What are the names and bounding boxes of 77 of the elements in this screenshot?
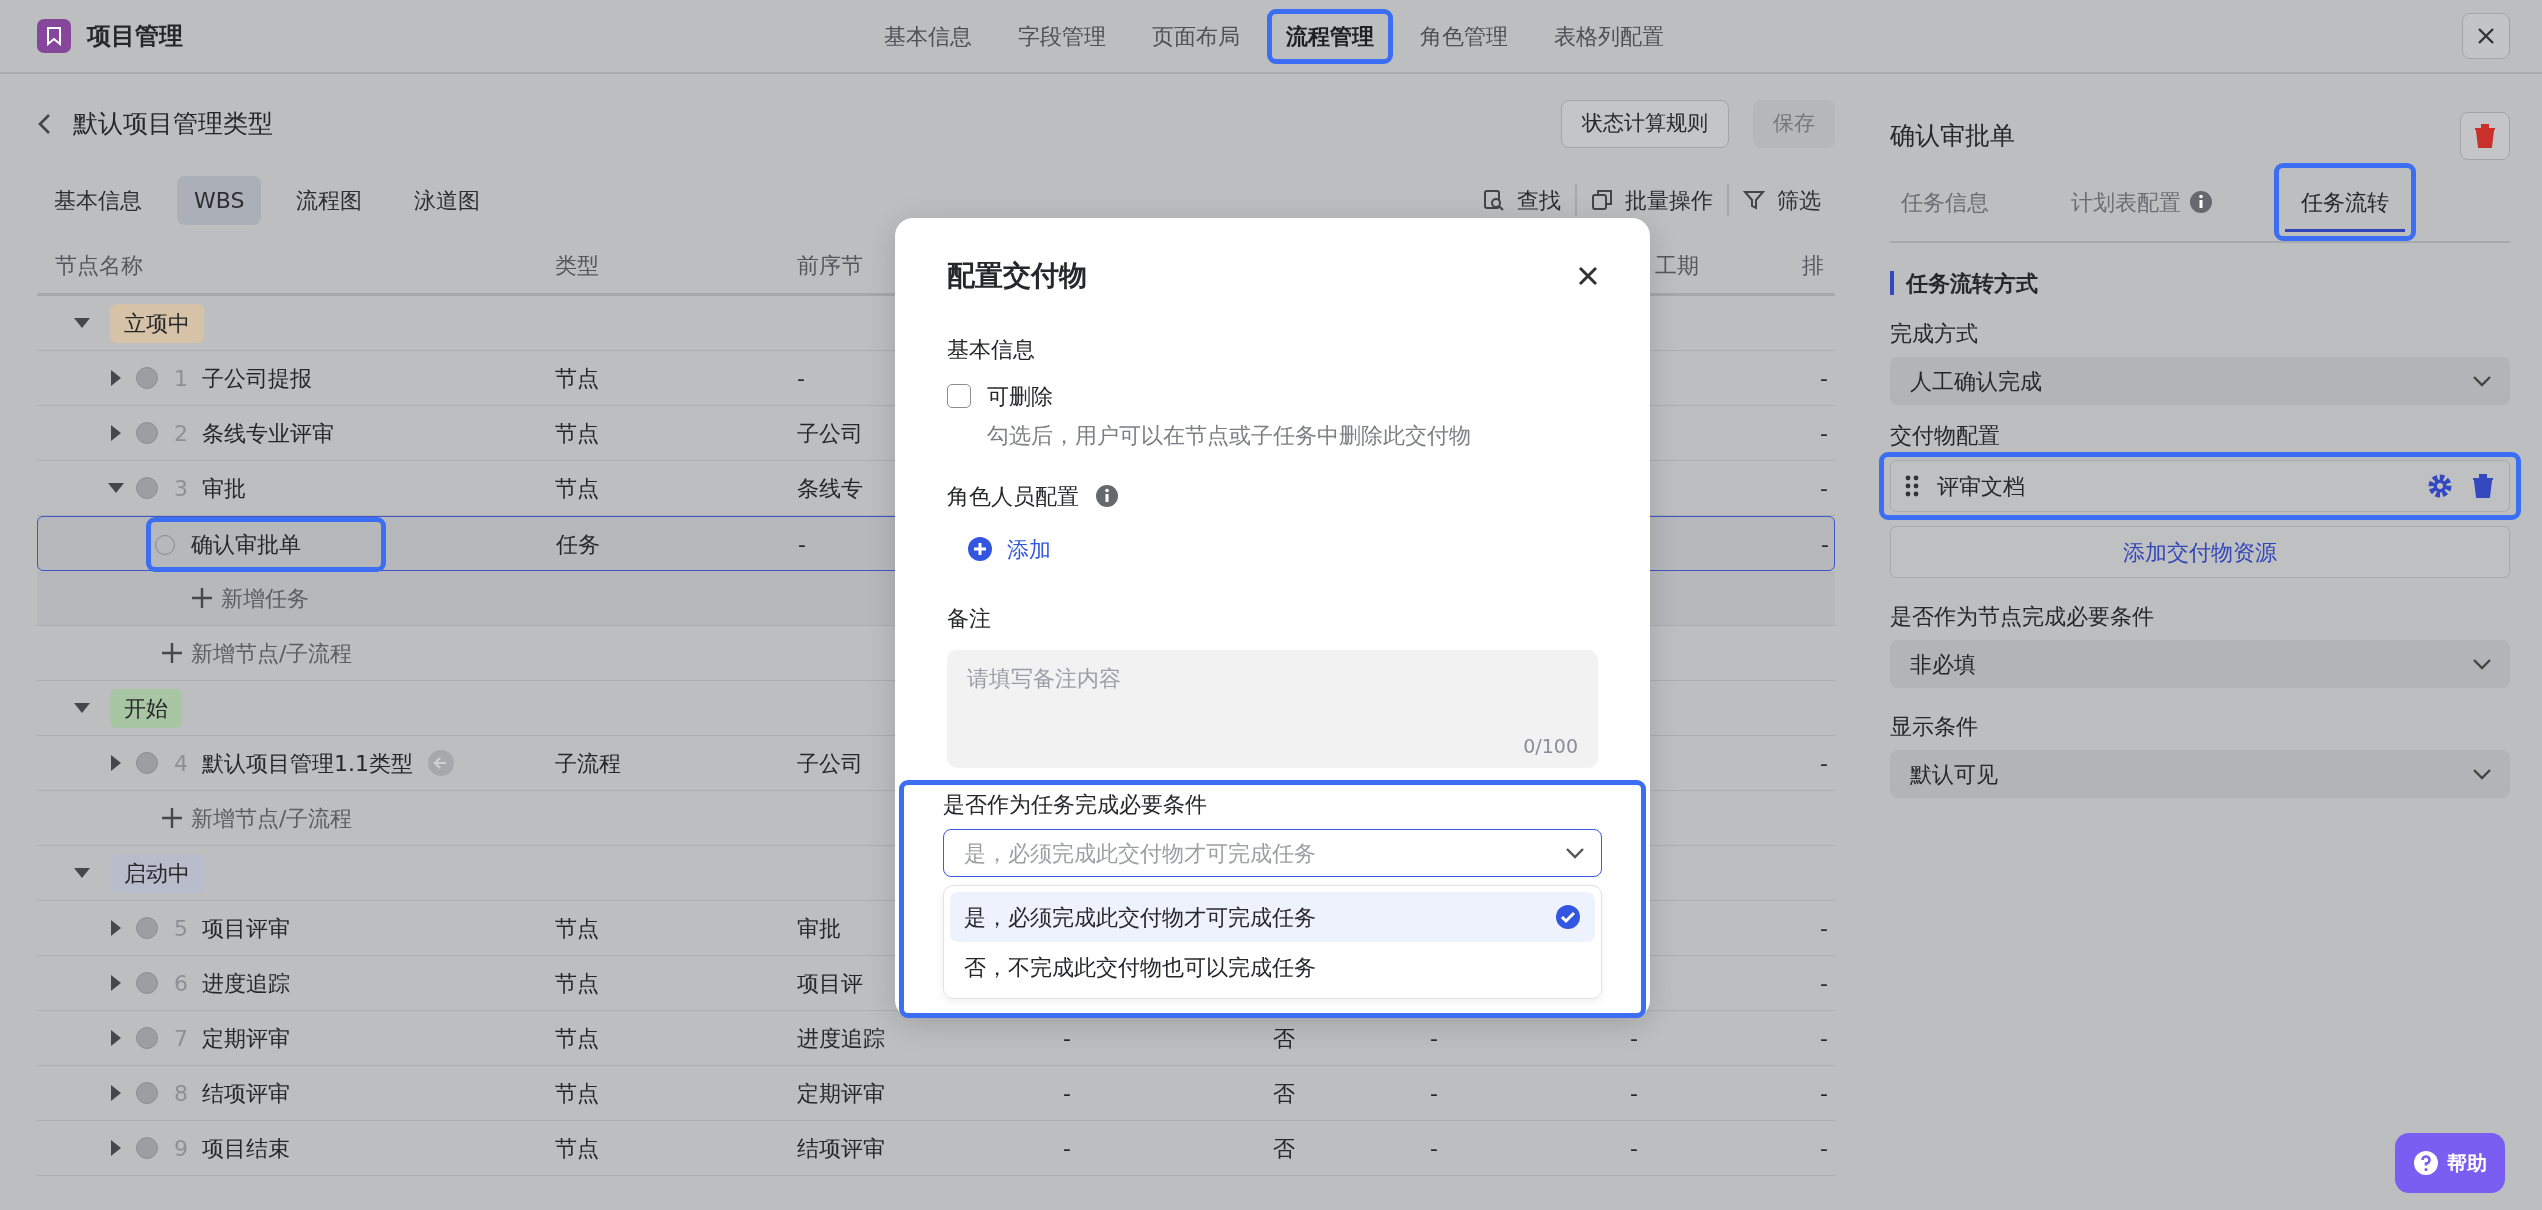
hint-text: 勾选后，用户可以在节点或子任务中删除此交付物 bbox=[987, 422, 1472, 450]
field-label: 是否作为节点完成必要条件 bbox=[1890, 602, 2155, 630]
node-name: 项目评审 bbox=[202, 914, 290, 943]
page-title: 默认项目管理类型 bbox=[73, 108, 274, 141]
table-cell: - bbox=[1821, 532, 1829, 557]
column-header: 排 bbox=[1802, 253, 1824, 278]
table-cell: 节点 bbox=[555, 420, 599, 446]
table-cell: - bbox=[1063, 1080, 1071, 1106]
table-cell: 节点 bbox=[555, 1080, 599, 1106]
node-name: 默认项目管理1.1类型 bbox=[202, 749, 413, 778]
node-name: 条线专业评审 bbox=[202, 419, 334, 448]
table-cell: 节点 bbox=[555, 1135, 599, 1161]
section-label: 基本信息 bbox=[947, 335, 1036, 364]
column-header: 前序节 bbox=[797, 253, 863, 278]
table-cell: 项目评 bbox=[797, 970, 863, 996]
field-label: 交付物配置 bbox=[1890, 421, 2001, 449]
table-cell: - bbox=[1820, 420, 1828, 446]
node-name: 定期评审 bbox=[202, 1024, 290, 1053]
table-cell: - bbox=[1063, 1135, 1071, 1161]
column-header: 节点名称 bbox=[55, 253, 143, 278]
checkbox-label: 可删除 bbox=[987, 382, 1053, 411]
table-cell: 否 bbox=[1273, 1025, 1295, 1051]
table-cell: - bbox=[1430, 1080, 1438, 1106]
table-cell: - bbox=[1820, 475, 1828, 501]
node-name: 子公司提报 bbox=[202, 364, 312, 393]
table-cell: 子公司 bbox=[797, 420, 863, 446]
table-cell: 子流程 bbox=[555, 750, 621, 776]
column-header: 工期 bbox=[1655, 253, 1699, 278]
char-counter: 0/100 bbox=[1523, 733, 1578, 759]
column-header: 类型 bbox=[555, 253, 599, 278]
section-label: 角色人员配置 bbox=[947, 482, 1079, 511]
table-cell: 节点 bbox=[555, 915, 599, 941]
group-tag: 立项中 bbox=[110, 303, 204, 343]
table-cell: - bbox=[797, 365, 805, 391]
section-label: 备注 bbox=[947, 604, 992, 633]
table-cell: - bbox=[1430, 1025, 1438, 1051]
table-cell: 节点 bbox=[555, 475, 599, 501]
table-cell: - bbox=[1820, 750, 1828, 776]
table-cell: 审批 bbox=[797, 915, 841, 941]
panel-title: 确认审批单 bbox=[1890, 120, 2015, 153]
field-label: 是否作为任务完成必要条件 bbox=[943, 790, 1208, 819]
table-cell: - bbox=[1430, 1135, 1438, 1161]
table-cell: 任务 bbox=[556, 532, 600, 557]
table-cell: 节点 bbox=[555, 1025, 599, 1051]
dialog-title: 配置交付物 bbox=[947, 258, 1087, 294]
group-tag: 开始 bbox=[110, 688, 182, 728]
node-name: 确认审批单 bbox=[191, 531, 301, 559]
deliverable-name: 评审文档 bbox=[1937, 472, 2026, 501]
table-cell: - bbox=[1820, 1080, 1828, 1106]
table-cell: 节点 bbox=[555, 365, 599, 391]
app-title: 项目管理 bbox=[87, 21, 183, 52]
table-cell: - bbox=[1820, 915, 1828, 941]
table-cell: - bbox=[1630, 1025, 1638, 1051]
table-cell: - bbox=[1820, 1135, 1828, 1161]
node-name: 审批 bbox=[202, 474, 246, 503]
group-tag: 启动中 bbox=[110, 853, 204, 893]
section-title: 任务流转方式 bbox=[1890, 271, 2510, 295]
table-cell: 进度追踪 bbox=[797, 1025, 885, 1051]
table-cell: 条线专 bbox=[797, 475, 863, 501]
table-cell: - bbox=[798, 532, 806, 557]
table-cell: - bbox=[1630, 1080, 1638, 1106]
table-cell: - bbox=[1820, 970, 1828, 996]
table-cell: - bbox=[1820, 365, 1828, 391]
table-cell: 否 bbox=[1273, 1135, 1295, 1161]
table-cell: - bbox=[1820, 1025, 1828, 1051]
field-label: 完成方式 bbox=[1890, 319, 1979, 347]
field-label: 显示条件 bbox=[1890, 712, 1979, 740]
table-cell: 节点 bbox=[555, 970, 599, 996]
table-cell: 否 bbox=[1273, 1080, 1295, 1106]
table-cell: 子公司 bbox=[797, 750, 863, 776]
table-cell: - bbox=[1630, 1135, 1638, 1161]
table-cell: 定期评审 bbox=[797, 1080, 885, 1106]
node-name: 进度追踪 bbox=[202, 969, 290, 998]
table-cell: 结项评审 bbox=[797, 1135, 885, 1161]
node-name: 结项评审 bbox=[202, 1079, 290, 1108]
node-name: 项目结束 bbox=[202, 1134, 290, 1163]
table-cell: - bbox=[1063, 1025, 1071, 1051]
